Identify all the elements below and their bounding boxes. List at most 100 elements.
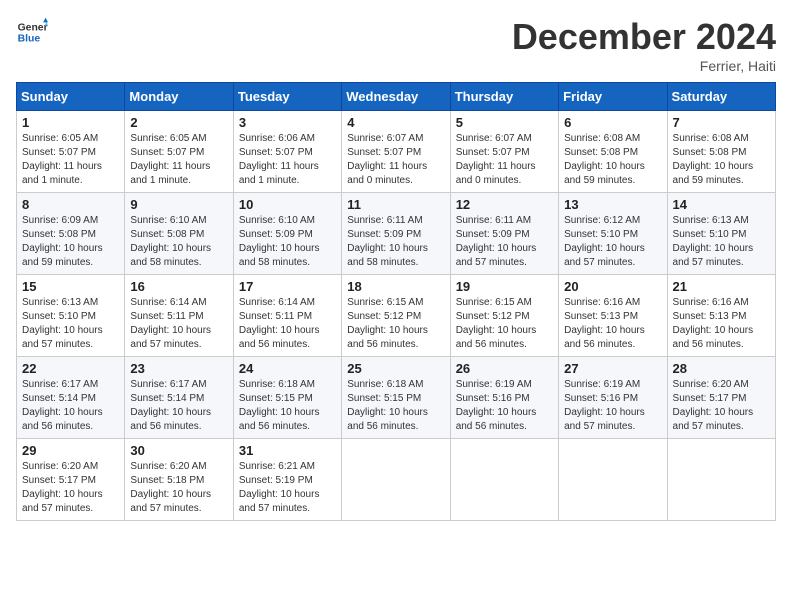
day-info: Sunrise: 6:16 AMSunset: 5:13 PMDaylight:… — [673, 296, 770, 352]
sunset: Sunset: 5:19 PM — [239, 475, 313, 486]
sunset: Sunset: 5:14 PM — [22, 393, 96, 404]
day-number: 8 — [22, 197, 119, 212]
sunrise: Sunrise: 6:07 AM — [456, 133, 532, 144]
calendar-cell: 21 Sunrise: 6:16 AMSunset: 5:13 PMDayligh… — [667, 275, 775, 357]
month-title: December 2024 — [512, 16, 776, 58]
daylight: Daylight: 10 hours and 57 minutes. — [564, 243, 645, 268]
sunrise: Sunrise: 6:11 AM — [456, 215, 531, 226]
calendar-cell: 27Sunrise: 6:19 AMSunset: 5:16 PMDayligh… — [559, 357, 667, 439]
day-info: Sunrise: 6:09 AMSunset: 5:08 PMDaylight:… — [22, 214, 119, 270]
day-number: 27 — [564, 361, 661, 376]
day-number: 28 — [673, 361, 770, 376]
sunset: Sunset: 5:13 PM — [564, 311, 638, 322]
weekday-header-friday: Friday — [559, 83, 667, 111]
weekday-header-wednesday: Wednesday — [342, 83, 450, 111]
sunset: Sunset: 5:17 PM — [673, 393, 747, 404]
day-info: Sunrise: 6:16 AMSunset: 5:13 PMDaylight:… — [564, 296, 661, 352]
sunset: Sunset: 5:12 PM — [456, 311, 530, 322]
sunrise: Sunrise: 6:20 AM — [673, 379, 749, 390]
sunrise: Sunrise: 6:09 AM — [22, 215, 98, 226]
day-number: 19 — [456, 279, 553, 294]
day-info: Sunrise: 6:07 AMSunset: 5:07 PMDaylight:… — [347, 132, 444, 188]
day-info: Sunrise: 6:15 AMSunset: 5:12 PMDaylight:… — [456, 296, 553, 352]
day-number: 12 — [456, 197, 553, 212]
weekday-header-row: SundayMondayTuesdayWednesdayThursdayFrid… — [17, 83, 776, 111]
day-number: 17 — [239, 279, 336, 294]
daylight: Daylight: 10 hours and 56 minutes. — [456, 325, 537, 350]
daylight: Daylight: 10 hours and 59 minutes. — [22, 243, 103, 268]
daylight: Daylight: 10 hours and 58 minutes. — [239, 243, 320, 268]
day-number: 9 — [130, 197, 227, 212]
day-info: Sunrise: 6:06 AMSunset: 5:07 PMDaylight:… — [239, 132, 336, 188]
day-number: 14 — [673, 197, 770, 212]
calendar-cell: 20 Sunrise: 6:16 AMSunset: 5:13 PMDayligh… — [559, 275, 667, 357]
calendar-cell — [450, 439, 558, 521]
day-number: 20 — [564, 279, 661, 294]
day-info: Sunrise: 6:18 AMSunset: 5:15 PMDaylight:… — [239, 378, 336, 434]
calendar-cell: 29Sunrise: 6:20 AMSunset: 5:17 PMDayligh… — [17, 439, 125, 521]
sunrise: Sunrise: 6:05 AM — [22, 133, 98, 144]
daylight: Daylight: 10 hours and 56 minutes. — [456, 407, 537, 432]
daylight: Daylight: 10 hours and 57 minutes. — [456, 243, 537, 268]
day-number: 13 — [564, 197, 661, 212]
sunset: Sunset: 5:10 PM — [673, 229, 747, 240]
day-number: 4 — [347, 115, 444, 130]
calendar-cell — [559, 439, 667, 521]
sunrise: Sunrise: 6:08 AM — [673, 133, 749, 144]
calendar-cell: 30Sunrise: 6:20 AMSunset: 5:18 PMDayligh… — [125, 439, 233, 521]
calendar-cell: 12 Sunrise: 6:11 AMSunset: 5:09 PMDayligh… — [450, 193, 558, 275]
sunrise: Sunrise: 6:17 AM — [22, 379, 98, 390]
sunset: Sunset: 5:15 PM — [239, 393, 313, 404]
day-info: Sunrise: 6:14 AMSunset: 5:11 PMDaylight:… — [239, 296, 336, 352]
sunset: Sunset: 5:12 PM — [347, 311, 421, 322]
day-number: 30 — [130, 443, 227, 458]
day-number: 3 — [239, 115, 336, 130]
daylight: Daylight: 10 hours and 57 minutes. — [673, 407, 754, 432]
day-number: 16 — [130, 279, 227, 294]
sunset: Sunset: 5:18 PM — [130, 475, 204, 486]
logo-icon: General Blue — [16, 16, 48, 48]
calendar-cell — [667, 439, 775, 521]
sunset: Sunset: 5:11 PM — [130, 311, 203, 322]
weekday-header-tuesday: Tuesday — [233, 83, 341, 111]
sunrise: Sunrise: 6:20 AM — [22, 461, 98, 472]
calendar-cell: 8 Sunrise: 6:09 AMSunset: 5:08 PMDaylight… — [17, 193, 125, 275]
sunset: Sunset: 5:10 PM — [22, 311, 96, 322]
day-number: 22 — [22, 361, 119, 376]
calendar-cell: 15Sunrise: 6:13 AMSunset: 5:10 PMDayligh… — [17, 275, 125, 357]
day-info: Sunrise: 6:17 AMSunset: 5:14 PMDaylight:… — [22, 378, 119, 434]
daylight: Daylight: 10 hours and 56 minutes. — [239, 407, 320, 432]
svg-text:General: General — [18, 22, 48, 33]
day-number: 29 — [22, 443, 119, 458]
sunset: Sunset: 5:17 PM — [22, 475, 96, 486]
day-number: 26 — [456, 361, 553, 376]
calendar-cell: 17 Sunrise: 6:14 AMSunset: 5:11 PMDayligh… — [233, 275, 341, 357]
day-number: 31 — [239, 443, 336, 458]
daylight: Daylight: 10 hours and 56 minutes. — [564, 325, 645, 350]
daylight: Daylight: 10 hours and 57 minutes. — [22, 325, 103, 350]
day-info: Sunrise: 6:19 AMSunset: 5:16 PMDaylight:… — [456, 378, 553, 434]
day-info: Sunrise: 6:11 AMSunset: 5:09 PMDaylight:… — [456, 214, 553, 270]
calendar-cell: 16Sunrise: 6:14 AMSunset: 5:11 PMDayligh… — [125, 275, 233, 357]
day-number: 7 — [673, 115, 770, 130]
sunset: Sunset: 5:07 PM — [239, 147, 313, 158]
sunset: Sunset: 5:16 PM — [456, 393, 530, 404]
day-info: Sunrise: 6:15 AM Sunset: 5:12 PM Daylight:… — [347, 296, 444, 352]
sunset: Sunset: 5:09 PM — [239, 229, 313, 240]
sunrise: Sunrise: 6:07 AM — [347, 133, 423, 144]
calendar-cell: 26 Sunrise: 6:19 AMSunset: 5:16 PMDayligh… — [450, 357, 558, 439]
sunset: Sunset: 5:08 PM — [673, 147, 747, 158]
calendar-week-row: 29Sunrise: 6:20 AMSunset: 5:17 PMDayligh… — [17, 439, 776, 521]
day-number: 24 — [239, 361, 336, 376]
sunrise: Sunrise: 6:10 AM — [239, 215, 315, 226]
day-info: Sunrise: 6:21 AMSunset: 5:19 PMDaylight:… — [239, 460, 336, 516]
calendar-cell: 3 Sunrise: 6:06 AMSunset: 5:07 PMDaylight… — [233, 111, 341, 193]
calendar-cell: 24 Sunrise: 6:18 AMSunset: 5:15 PMDayligh… — [233, 357, 341, 439]
day-info: Sunrise: 6:20 AMSunset: 5:17 PMDaylight:… — [22, 460, 119, 516]
day-number: 21 — [673, 279, 770, 294]
day-number: 6 — [564, 115, 661, 130]
daylight: Daylight: 10 hours and 56 minutes. — [347, 325, 428, 350]
daylight: Daylight: 10 hours and 57 minutes. — [673, 243, 754, 268]
sunrise: Sunrise: 6:15 AM — [347, 297, 423, 308]
sunset: Sunset: 5:16 PM — [564, 393, 638, 404]
